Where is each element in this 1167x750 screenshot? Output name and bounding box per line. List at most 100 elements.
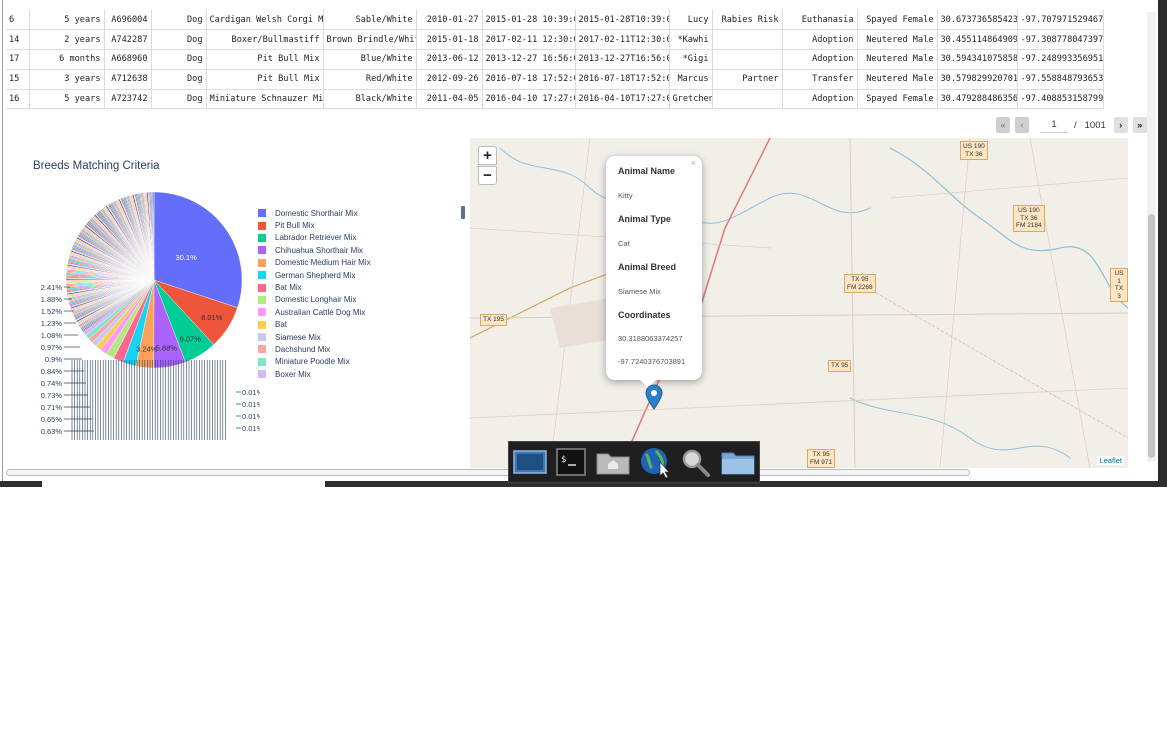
legend-item[interactable]: Bat Mix [258,281,371,293]
page-number-input[interactable] [1040,117,1068,133]
legend-label: Dachshund Mix [275,344,331,354]
double-chevron-left-icon[interactable]: « [996,117,1010,133]
chart-legend: Domestic Shorthair Mix Pit Bull Mix Labrad… [258,207,371,380]
window-right-edge [1158,0,1167,487]
map-road [849,138,856,468]
map-road [889,177,1128,199]
legend-swatch [258,357,266,366]
pie-outside-label: 1.08% [41,331,63,340]
legend-label: Domestic Longhair Mix [275,295,357,305]
table-cell: Boxer/Bullmastiff [206,29,324,51]
legend-swatch [258,221,266,230]
svg-text:$: $ [561,455,566,465]
popup-coords-heading: Coordinates [618,310,671,320]
popup-lon-value: -97.7240376703891 [618,357,686,366]
popup-name-value: Kitty [618,191,633,200]
table-cell: Spayed Female [857,10,938,31]
double-chevron-right-icon[interactable]: » [1132,117,1147,133]
table-cell: 2016-04-10T17:27:00 [575,89,670,110]
legend-item[interactable]: Dachshund Mix [258,343,371,355]
table-cell: 2017-02-11T12:30:00 [575,29,670,51]
pie-outside-label: 0.73% [41,391,63,400]
legend-swatch [258,320,266,329]
chevron-right-icon[interactable]: › [1113,117,1128,133]
horizontal-scrollbar[interactable] [6,469,970,476]
table-cell: 30.4792884863566 [937,89,1018,110]
table-cell: 6 [6,10,30,31]
table-cell: 2013-12-27 16:56:00 [482,49,576,70]
map-river [889,147,1128,309]
table-cell: Miniature Schnauzer Mix [206,89,324,110]
map-road [1029,138,1091,468]
table-cell: 2013-12-27T16:56:00 [575,49,670,70]
legend-label: German Shepherd Mix [275,270,356,280]
table-cell: -97.4088531587999 [1017,89,1104,110]
search-magnifier-icon[interactable] [679,446,713,478]
desktop-icon[interactable] [513,446,547,478]
legend-item[interactable]: Siamese Mix [258,331,371,343]
legend-item[interactable]: Australian Cattle Dog Mix [258,306,371,318]
zoom-in-button[interactable]: + [478,146,497,165]
table-cell: Blue/White [323,49,417,70]
legend-swatch [258,283,266,292]
map-marker-icon[interactable] [645,384,663,410]
legend-label: Miniature Poodle Mix [275,357,350,367]
table-cell: Brown Brindle/White [323,29,417,51]
map[interactable]: US 190 TX 36 US 190 TX 36 FM 2184 TX 95 FM 2… [470,138,1128,468]
legend-item[interactable]: Chihuahua Shorthair Mix [258,244,371,256]
table-cell: 6 months [29,49,105,70]
table-cell: Transfer [782,69,858,90]
legend-item[interactable]: Domestic Shorthair Mix [258,207,371,219]
popup-type-heading: Animal Type [618,214,671,224]
popup-breed-heading: Animal Breed [618,262,677,272]
vertical-scrollbar-thumb[interactable] [1148,214,1155,458]
table-cell [712,29,783,51]
pie-outside-label: 0.63% [41,427,63,436]
table-row[interactable]: 17 6 months A668960 Dog Pit Bull Mix Blue/Whi… [6,49,1104,70]
table-body: 65 years A696004 Dog Cardigan Welsh Corgi M… [6,10,1104,110]
table-cell [712,89,783,110]
leaflet-attribution-link[interactable]: Leaflet [1097,456,1124,465]
table-cell: 2015-01-28 10:39:00 [482,10,576,31]
taskbar-item[interactable] [42,481,325,487]
table-cell: 2016-07-18 17:52:00 [482,69,576,90]
table-cell: *Kawhi [669,29,713,51]
zoom-out-button[interactable]: − [478,166,497,185]
legend-item[interactable]: Pit Bull Mix [258,219,371,231]
table-cell: 30.5798299207017 [937,69,1018,90]
pagination: « ‹ / 1001 › » [996,116,1152,134]
pie-outside-label: 1.52% [41,307,63,316]
legend-swatch [258,308,266,317]
folder-icon[interactable] [721,446,755,478]
table-cell: Lucy [669,10,713,31]
table-row[interactable]: 14 2 years A742287 Dog Boxer/Bullmastiff Brow… [6,29,1104,51]
table-row[interactable]: 15 3 years A712638 Dog Pit Bull Mix Red/White… [6,69,1104,90]
panel-resize-handle[interactable] [461,206,465,219]
pie-outside-label: 0.65% [41,415,63,424]
pie-inside-label: 8.01% [201,313,223,322]
browser-globe-icon[interactable] [638,446,672,478]
table-cell: Red/White [323,69,417,90]
legend-item[interactable]: Labrador Retriever Mix [258,232,371,244]
legend-item[interactable]: German Shepherd Mix [258,269,371,281]
pie-outside-label: 0.74% [41,379,63,388]
table-row[interactable]: 65 years A696004 Dog Cardigan Welsh Corgi M… [6,10,1104,31]
table-row[interactable]: 16 5 years A723742 Dog Miniature Schnauzer M… [6,89,1104,110]
home-folder-icon[interactable] [596,446,630,478]
legend-item[interactable]: Domestic Medium Hair Mix [258,257,371,269]
table-cell: 5 years [29,10,105,31]
legend-label: Pit Bull Mix [275,221,315,231]
popup-breed-value: Siamese Mix [618,287,661,296]
legend-item[interactable]: Miniature Poodle Mix [258,356,371,368]
popup-lat-value: 30.3188063374257 [618,334,683,343]
terminal-icon[interactable]: $ [554,446,588,478]
legend-item[interactable]: Boxer Mix [258,368,371,380]
legend-item[interactable]: Bat [258,319,371,331]
table-cell: -97.3087780473978 [1017,29,1104,51]
table-cell: 30.6737365854231 [937,10,1018,31]
table-cell: 2015-01-18 [416,29,483,51]
table-cell: A742287 [104,29,152,51]
chevron-left-icon[interactable]: ‹ [1015,117,1029,133]
close-icon[interactable]: × [691,158,696,168]
legend-item[interactable]: Domestic Longhair Mix [258,294,371,306]
